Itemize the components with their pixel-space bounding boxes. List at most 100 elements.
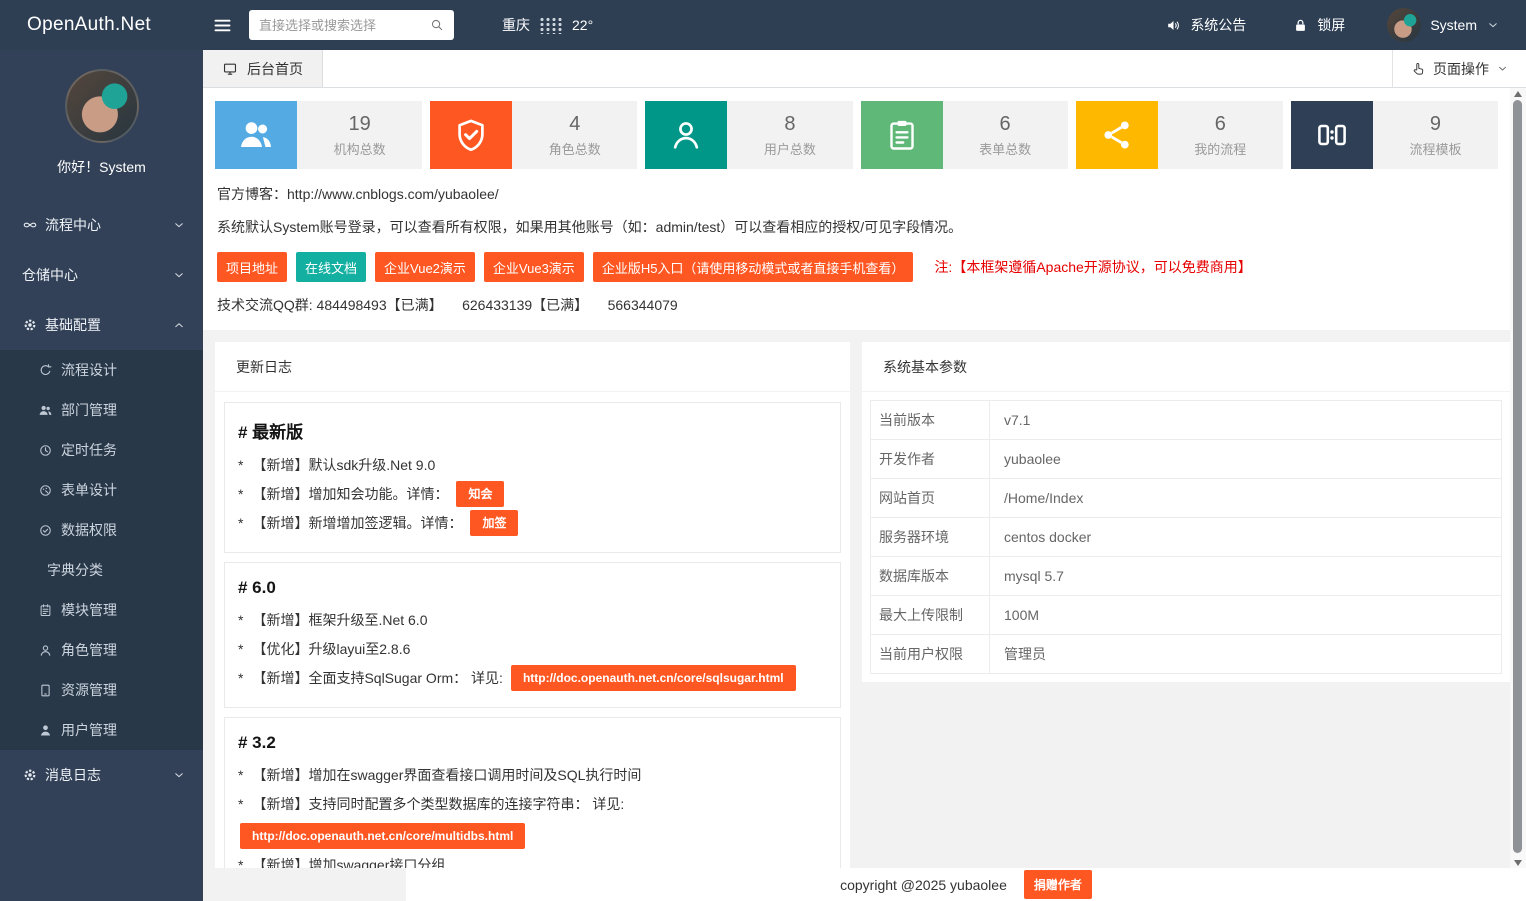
stat-card-body: 8 用户总数 — [727, 101, 852, 169]
scroll-down-arrow[interactable] — [1514, 860, 1522, 866]
sidebar-item-message-log[interactable]: 消息日志 — [0, 750, 203, 800]
sidebar-item-resource-mgmt[interactable]: 资源管理 — [0, 670, 203, 710]
stat-card-org-total[interactable]: 19机构总数 — [215, 101, 422, 169]
stat-card-body: 6我的流程 — [1158, 101, 1283, 169]
overview-band: 19机构总数4角色总数 8 用户总数 6表单总数 6我的流程 9流程模板 官方博客：htt… — [203, 88, 1510, 330]
stat-label: 流程模板 — [1409, 139, 1461, 158]
profile-avatar[interactable] — [65, 69, 139, 143]
sidebar-item-module-mgmt[interactable]: 模块管理 — [0, 590, 203, 630]
chevron-down-icon — [1486, 18, 1500, 32]
system-desc: 系统默认System账号登录，可以查看所有权限，如果用其他账号（如：admin/… — [217, 217, 1496, 237]
bullet-star: * — [238, 762, 243, 788]
sidebar-item-user-mgmt[interactable]: 用户管理 — [0, 710, 203, 750]
lock-screen-button[interactable]: 锁屏 — [1292, 15, 1345, 35]
announcement-button[interactable]: 系统公告 — [1165, 15, 1246, 35]
stat-value: 6 — [1215, 113, 1226, 136]
param-value: centos docker — [990, 518, 1502, 557]
speaker-icon — [1165, 17, 1182, 34]
sidebar-subitem-label: 部门管理 — [61, 400, 117, 420]
changelog-item: *【新增】增加知会功能。详情：知会 — [238, 481, 827, 507]
bullet-star: * — [238, 481, 243, 507]
profile: 你好！System — [0, 50, 203, 177]
flow-icon — [1291, 101, 1373, 169]
greeting: 你好！System — [0, 157, 203, 177]
changelog-section: # 6.0*【新增】框架升级至.Net 6.0*【优化】升级layui至2.8.… — [224, 562, 841, 708]
vue3-demo-button[interactable]: 企业Vue3演示 — [484, 252, 584, 282]
changelog-heading: # 6.0 — [238, 578, 827, 598]
official-blog: 官方博客：http://www.cnblogs.com/yubaolee/ — [217, 184, 1496, 204]
changelog-item-text: 【新增】默认sdk升级.Net 9.0 — [252, 452, 435, 478]
stat-value: 4 — [569, 113, 580, 136]
page-action-button[interactable]: 页面操作 — [1392, 50, 1526, 87]
search-input[interactable] — [249, 18, 420, 33]
param-row: 最大上传限制100M — [871, 596, 1502, 635]
stat-card-body: 9流程模板 — [1373, 101, 1498, 169]
changelog-link-button[interactable]: 加签 — [470, 510, 518, 536]
system-params-title: 系统基本参数 — [862, 342, 1510, 392]
stat-cards: 19机构总数4角色总数 8 用户总数 6表单总数 6我的流程 9流程模板 — [215, 101, 1498, 169]
changelog-heading: # 3.2 — [238, 733, 827, 753]
users-fill-icon — [215, 101, 297, 169]
sidebar-item-label: 基础配置 — [45, 315, 101, 335]
stat-label: 用户总数 — [764, 139, 816, 158]
stat-value: 8 — [784, 113, 795, 136]
palette-icon — [38, 483, 53, 498]
changelog-item: * 【新增】默认sdk升级.Net 9.0 — [238, 452, 827, 478]
h5-entry-button[interactable]: 企业版H5入口（请使用移动模式或者直接手机查看） — [593, 252, 914, 282]
sidebar-item-department-mgmt[interactable]: 部门管理 — [0, 390, 203, 430]
changelog-item: *【新增】新增增加签逻辑。详情：加签 — [238, 510, 827, 536]
changelog-item-text: 【新增】增加swagger接口分组 — [252, 852, 445, 868]
changelog-item-text: 【优化】升级layui至2.8.6 — [252, 636, 410, 662]
scrollbar-thumb[interactable] — [1513, 100, 1522, 853]
changelog-link-button[interactable]: http://doc.openauth.net.cn/core/multidbs… — [240, 823, 525, 849]
changelog-link-button[interactable]: http://doc.openauth.net.cn/core/sqlsugar… — [511, 665, 796, 691]
gear-icon — [22, 317, 38, 333]
sidebar-item-form-design[interactable]: 表单设计 — [0, 470, 203, 510]
stat-label: 机构总数 — [334, 139, 386, 158]
bullet-star: * — [238, 452, 243, 478]
param-value: yubaolee — [990, 440, 1502, 479]
tab-home[interactable]: 后台首页 — [203, 50, 323, 87]
param-row: 开发作者yubaolee — [871, 440, 1502, 479]
changelog-item: *【新增】支持同时配置多个类型数据库的连接字符串： 详见: — [238, 791, 827, 817]
donate-button[interactable]: 捐赠作者 — [1024, 870, 1092, 899]
stat-card-process-template[interactable]: 9流程模板 — [1291, 101, 1498, 169]
param-row: 当前版本v7.1 — [871, 401, 1502, 440]
sidebar-item-warehouse-center[interactable]: 仓储中心 — [0, 250, 203, 300]
intro-block: 官方博客：http://www.cnblogs.com/yubaolee/ 系统… — [215, 169, 1498, 315]
chevron-down-icon — [172, 768, 186, 782]
online-docs-button[interactable]: 在线文档 — [296, 252, 366, 282]
sidebar-item-data-permission[interactable]: 数据权限 — [0, 510, 203, 550]
sidebar-menu: 流程中心仓储中心基础配置流程设计部门管理定时任务表单设计数据权限字典分类模块管理… — [0, 200, 203, 800]
scroll-up-arrow[interactable] — [1514, 91, 1522, 97]
vue2-demo-button[interactable]: 企业Vue2演示 — [375, 252, 475, 282]
stat-card-form-total[interactable]: 6表单总数 — [861, 101, 1068, 169]
sidebar-subitem-label: 流程设计 — [61, 360, 117, 380]
sidebar-item-dictionary-category[interactable]: 字典分类 — [0, 550, 203, 590]
footer: copyright @2025 yubaolee 捐赠作者 — [406, 868, 1526, 901]
param-row: 当前用户权限管理员 — [871, 635, 1502, 674]
changelog-item: *【新增】增加swagger接口分组 — [238, 852, 827, 868]
clipboard-icon — [861, 101, 943, 169]
user-menu[interactable]: System — [1387, 8, 1500, 42]
lock-icon — [1292, 17, 1309, 34]
sidebar-item-scheduled-tasks[interactable]: 定时任务 — [0, 430, 203, 470]
changelog-link-button[interactable]: 知会 — [456, 481, 504, 507]
sidebar-item-role-mgmt[interactable]: 角色管理 — [0, 630, 203, 670]
sidebar-item-base-config[interactable]: 基础配置 — [0, 300, 203, 350]
scrollbar[interactable] — [1510, 88, 1526, 868]
sidebar-item-process-design[interactable]: 流程设计 — [0, 350, 203, 390]
changelog-item: *【新增】增加在swagger界面查看接口调用时间及SQL执行时间 — [238, 762, 827, 788]
stat-card-user-total[interactable]: 8 用户总数 — [645, 101, 852, 169]
hamburger-icon[interactable] — [212, 15, 233, 36]
param-value: v7.1 — [990, 401, 1502, 440]
weather-icon — [538, 16, 564, 34]
bullet-star: * — [238, 510, 243, 536]
search-icon[interactable] — [429, 17, 445, 33]
sidebar-item-process-center[interactable]: 流程中心 — [0, 200, 203, 250]
stat-card-role-total[interactable]: 4角色总数 — [430, 101, 637, 169]
param-label: 开发作者 — [871, 440, 990, 479]
project-address-button[interactable]: 项目地址 — [217, 252, 287, 282]
stat-card-my-process[interactable]: 6我的流程 — [1076, 101, 1283, 169]
sidebar-subitem-label: 角色管理 — [61, 640, 117, 660]
